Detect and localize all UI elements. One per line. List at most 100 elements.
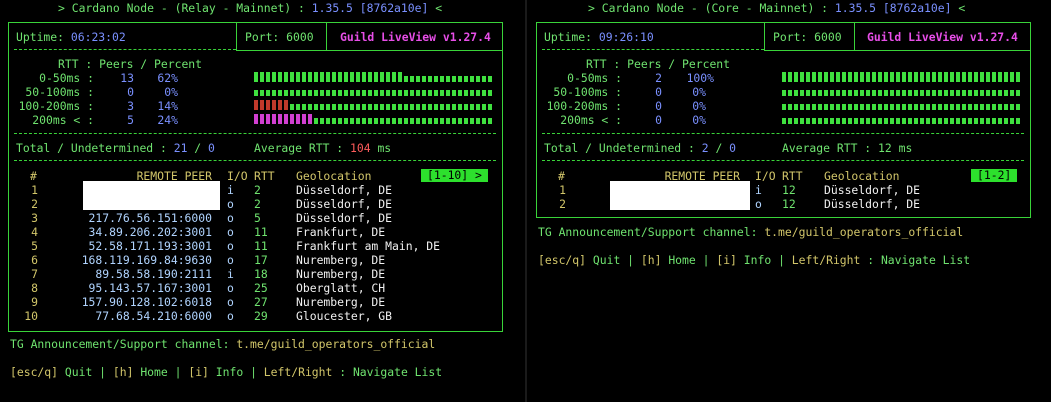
tg-link[interactable]: t.me/guild_operators_official xyxy=(764,225,963,239)
page-range-button[interactable]: [1-2] xyxy=(971,169,1018,182)
peer-address: 217.76.56.151:6000 xyxy=(88,211,212,225)
bar-segment-empty xyxy=(422,118,426,124)
col-num: # xyxy=(558,169,565,183)
peer-rtt: 18 xyxy=(254,267,268,281)
bar-segment-empty xyxy=(866,90,870,96)
bar-segment-filled xyxy=(290,72,294,82)
bar-segment-empty xyxy=(860,90,864,96)
peer-address: 168.119.169.84:9630 xyxy=(81,253,212,267)
bar-segment-empty xyxy=(794,104,798,110)
bar-segment-filled xyxy=(284,100,288,110)
rtt-label-0: 0-50ms : xyxy=(39,71,94,85)
rtt-label-3: 200ms < : xyxy=(560,113,622,127)
peer-index: 3 xyxy=(31,211,38,225)
bar-segment-empty xyxy=(1016,118,1020,124)
bar-segment-filled xyxy=(890,72,894,82)
bar-segment-empty xyxy=(818,118,822,124)
bar-segment-empty xyxy=(950,118,954,124)
bar-segment-filled xyxy=(806,72,810,82)
bar-segment-filled xyxy=(1010,72,1014,82)
bar-segment-empty xyxy=(836,90,840,96)
bar-segment-empty xyxy=(482,90,486,96)
bar-segment-empty xyxy=(800,104,804,110)
bar-segment-empty xyxy=(476,90,480,96)
bar-segment-filled xyxy=(794,72,798,82)
bar-segment-filled xyxy=(836,72,840,82)
bar-segment-empty xyxy=(860,118,864,124)
bar-segment-empty xyxy=(890,104,894,110)
navigate-keys[interactable]: Left/Right xyxy=(792,253,861,267)
peer-rtt: 27 xyxy=(254,295,268,309)
peer-geo: Oberglatt, CH xyxy=(296,281,386,295)
page-range-button[interactable]: [1-10] > xyxy=(421,169,488,182)
bar-segment-empty xyxy=(986,90,990,96)
bar-segment-empty xyxy=(872,104,876,110)
bar-segment-empty xyxy=(806,118,810,124)
peer-geo: Düsseldorf, DE xyxy=(824,183,921,197)
bar-segment-empty xyxy=(920,90,924,96)
bar-segment-empty xyxy=(428,90,432,96)
bar-segment-empty xyxy=(404,76,408,82)
quit-key[interactable]: [esc/q] xyxy=(10,365,58,379)
bar-segment-empty xyxy=(482,104,486,110)
bar-segment-empty xyxy=(908,90,912,96)
bar-segment-empty xyxy=(932,90,936,96)
info-key[interactable]: [i] xyxy=(188,365,209,379)
bar-segment-filled xyxy=(278,114,282,124)
bar-segment-empty xyxy=(308,104,312,110)
bar-segment-empty xyxy=(962,118,966,124)
liveview-version: Guild LiveView v1.27.4 xyxy=(340,30,491,44)
bar-segment-empty xyxy=(878,118,882,124)
home-key[interactable]: [h] xyxy=(641,253,662,267)
bar-segment-empty xyxy=(938,90,942,96)
rtt-pct-1: 0% xyxy=(164,85,178,99)
bar-segment-empty xyxy=(422,76,426,82)
bar-segment-filled xyxy=(254,72,258,82)
peer-index: 1 xyxy=(31,183,38,197)
info-key[interactable]: [i] xyxy=(716,253,737,267)
port: Port: 6000 xyxy=(773,30,842,44)
bar-segment-empty xyxy=(290,104,294,110)
bar-segment-empty xyxy=(848,118,852,124)
quit-key[interactable]: [esc/q] xyxy=(538,253,586,267)
peer-address: 77.68.54.210:6000 xyxy=(95,309,212,323)
bar-segment-empty xyxy=(800,118,804,124)
peer-io: o xyxy=(227,295,234,309)
peer-index: 7 xyxy=(31,267,38,281)
peer-geo: Nuremberg, DE xyxy=(296,267,386,281)
bar-segment-filled xyxy=(254,114,258,124)
col-geolocation: Geolocation xyxy=(824,169,900,183)
bar-segment-empty xyxy=(356,104,360,110)
bar-segment-empty xyxy=(446,76,450,82)
peer-io: o xyxy=(227,309,234,323)
rtt-bar-1 xyxy=(254,86,494,96)
tg-link[interactable]: t.me/guild_operators_official xyxy=(236,337,435,351)
peer-geo: Düsseldorf, DE xyxy=(296,211,393,225)
bar-segment-empty xyxy=(938,104,942,110)
bar-segment-empty xyxy=(854,104,858,110)
peer-rtt: 2 xyxy=(254,197,261,211)
bar-segment-empty xyxy=(332,118,336,124)
bar-segment-empty xyxy=(836,118,840,124)
rtt-pct-0: 62% xyxy=(157,71,178,85)
bar-segment-empty xyxy=(386,104,390,110)
bar-segment-filled xyxy=(308,72,312,82)
bar-segment-empty xyxy=(434,104,438,110)
uptime: Uptime: 09:26:10 xyxy=(544,30,654,44)
bar-segment-empty xyxy=(866,104,870,110)
bar-segment-empty xyxy=(1004,118,1008,124)
total-peers: Total / Undetermined : 21 / 0 xyxy=(16,141,215,155)
bar-segment-empty xyxy=(446,90,450,96)
bar-segment-filled xyxy=(926,72,930,82)
bar-segment-filled xyxy=(920,72,924,82)
home-key[interactable]: [h] xyxy=(113,365,134,379)
bar-segment-empty xyxy=(902,90,906,96)
bar-segment-empty xyxy=(1004,90,1008,96)
redacted-peer-address xyxy=(83,181,220,210)
bar-segment-empty xyxy=(452,118,456,124)
navigate-keys[interactable]: Left/Right xyxy=(264,365,333,379)
bar-segment-empty xyxy=(920,104,924,110)
bar-segment-filled xyxy=(932,72,936,82)
bar-segment-empty xyxy=(848,104,852,110)
bar-segment-empty xyxy=(284,90,288,96)
